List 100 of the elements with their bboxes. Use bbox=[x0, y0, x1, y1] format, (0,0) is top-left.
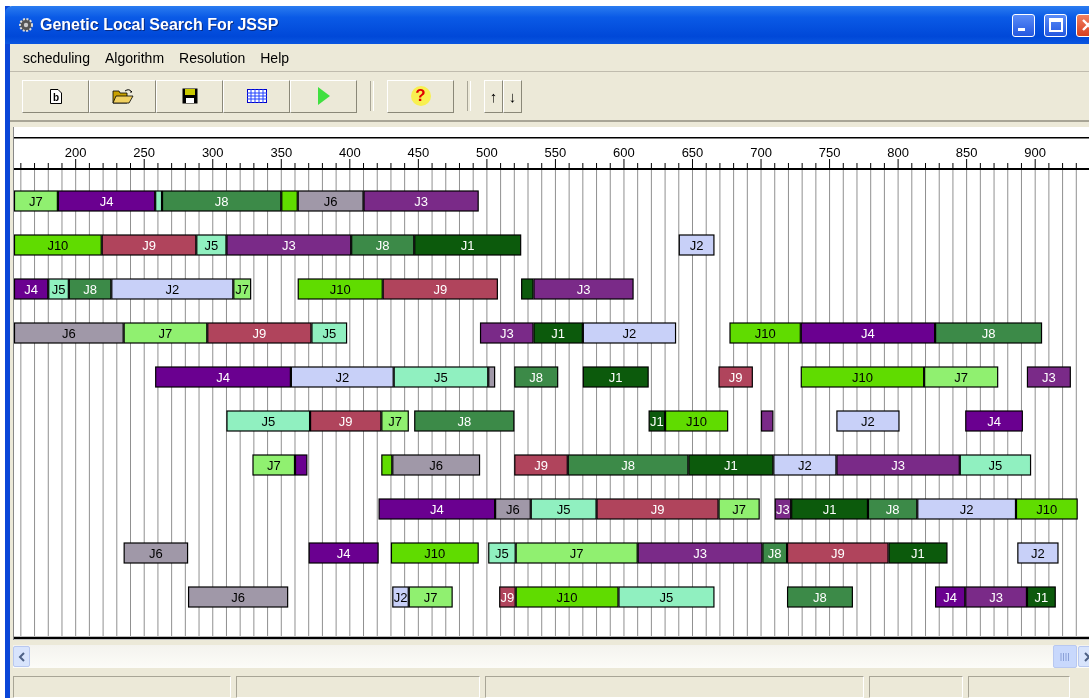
tick-label: 800 bbox=[887, 145, 909, 160]
save-button[interactable] bbox=[156, 79, 223, 113]
task-bar: J1 bbox=[533, 322, 583, 344]
arrow-button[interactable]: ↑ bbox=[484, 79, 503, 113]
series-label: J2 bbox=[393, 590, 408, 605]
task-bar: J7 bbox=[123, 322, 208, 344]
tick-label: 650 bbox=[681, 145, 704, 160]
tick-label: 850 bbox=[955, 145, 978, 160]
task-bar: J10 bbox=[665, 410, 729, 432]
tick-label: 550 bbox=[544, 145, 567, 160]
tick-label: 750 bbox=[818, 145, 841, 160]
series-label: J10 bbox=[47, 238, 69, 253]
series-label: J9 bbox=[500, 590, 515, 605]
task-bar: J8 bbox=[787, 586, 853, 608]
tick-label: 200 bbox=[64, 145, 87, 160]
task-bar: J5 bbox=[226, 410, 311, 432]
arrow-button[interactable]: ↓ bbox=[503, 79, 522, 113]
tick-label: 450 bbox=[407, 145, 430, 160]
task-bar: J8 bbox=[867, 498, 918, 520]
task-bar: J3 bbox=[1026, 366, 1071, 388]
task-bar: J5 bbox=[311, 322, 348, 344]
task-bar: J2 bbox=[111, 278, 234, 300]
task-bar: J8 bbox=[514, 366, 559, 388]
tick-label: 400 bbox=[338, 145, 361, 160]
task-bar: J8 bbox=[68, 278, 112, 300]
gear-icon bbox=[18, 17, 34, 33]
grip-icon bbox=[1060, 652, 1070, 661]
task-bar: J2 bbox=[392, 586, 409, 608]
task-bar: J2 bbox=[917, 498, 1017, 520]
task-bar: J7 bbox=[381, 410, 409, 432]
task-bar: J8 bbox=[414, 410, 515, 432]
task-bar: J8 bbox=[161, 190, 282, 212]
task-bar: J1 bbox=[1026, 586, 1056, 608]
tick-label: 350 bbox=[270, 145, 293, 160]
task-bar: J9 bbox=[382, 278, 498, 300]
task-bar: J2 bbox=[836, 410, 900, 432]
minimize-button[interactable] bbox=[1012, 13, 1035, 37]
menu-item[interactable]: Algorithm bbox=[104, 49, 165, 66]
task-bar: J1 bbox=[688, 454, 774, 476]
maximize-button[interactable] bbox=[1044, 13, 1067, 37]
menu-item[interactable]: Resolution bbox=[179, 49, 246, 66]
task-bar: J4 bbox=[308, 542, 379, 564]
task-bar: J7 bbox=[924, 366, 999, 388]
task-bar: J3 bbox=[226, 234, 352, 256]
task-bar: J6 bbox=[297, 190, 364, 212]
task-bar: J2 bbox=[1017, 542, 1059, 564]
task-bar: J9 bbox=[207, 322, 312, 344]
task-bar: J8 bbox=[762, 542, 788, 564]
menu-item[interactable]: Help bbox=[260, 49, 290, 66]
task-bar: J7 bbox=[252, 454, 296, 476]
task-bar: J5 bbox=[618, 586, 715, 608]
task-bar: J10 bbox=[297, 278, 383, 300]
task-bar: J9 bbox=[499, 586, 516, 608]
scroll-thumb[interactable] bbox=[1053, 645, 1077, 668]
task-bar: J8 bbox=[567, 454, 689, 476]
task-bar: J3 bbox=[479, 322, 534, 344]
window-title: Genetic Local Search For JSSP bbox=[40, 16, 279, 34]
task-bar: J9 bbox=[596, 498, 719, 520]
horizontal-scrollbar[interactable] bbox=[13, 645, 1089, 668]
series-label: J6 bbox=[323, 194, 338, 209]
series-label: J1 bbox=[649, 414, 664, 429]
task-bar: J7 bbox=[718, 498, 760, 520]
tick-label: 700 bbox=[750, 145, 772, 160]
task-bar: J4 bbox=[935, 586, 966, 608]
scroll-left-button[interactable] bbox=[13, 646, 30, 667]
task-bar: J10 bbox=[390, 542, 479, 564]
open-button[interactable] bbox=[89, 79, 156, 113]
task-bar: J6 bbox=[14, 322, 124, 344]
task-bar: J9 bbox=[787, 542, 889, 564]
task-bar: J2 bbox=[290, 366, 394, 388]
new-button[interactable]: b bbox=[22, 79, 89, 113]
task-bar: J6 bbox=[188, 586, 289, 608]
task-bar: J3 bbox=[363, 190, 479, 212]
task-bar: J3 bbox=[965, 586, 1028, 608]
task-bar: J3 bbox=[533, 278, 634, 300]
menu-item[interactable]: scheduling bbox=[23, 49, 90, 66]
task-bar: J7 bbox=[408, 586, 453, 608]
play-icon bbox=[317, 87, 330, 105]
task-bar: J6 bbox=[392, 454, 481, 476]
tick-label: 250 bbox=[133, 145, 156, 160]
help-button[interactable]: ? bbox=[387, 79, 454, 113]
run-button[interactable] bbox=[290, 79, 357, 113]
series-label: J3 bbox=[776, 502, 790, 517]
series-label: J8 bbox=[214, 194, 229, 209]
task-bar: J3 bbox=[836, 454, 960, 476]
task-bar: J2 bbox=[678, 234, 715, 256]
task-bar: J5 bbox=[959, 454, 1032, 476]
task-bar: J9 bbox=[101, 234, 197, 256]
task-bar: J7 bbox=[515, 542, 638, 564]
task-bar: J5 bbox=[196, 234, 227, 256]
task-bar: J10 bbox=[1015, 498, 1078, 520]
tick-label: 300 bbox=[201, 145, 224, 160]
table-button[interactable] bbox=[223, 79, 290, 113]
tick-label: 600 bbox=[613, 145, 635, 160]
minimize-icon bbox=[1018, 27, 1025, 31]
task-bar: J5 bbox=[393, 366, 489, 388]
task-bar: J8 bbox=[935, 322, 1043, 344]
maximize-icon bbox=[1048, 18, 1063, 32]
task-bar: J10 bbox=[14, 234, 102, 256]
task-bar: J3 bbox=[774, 498, 792, 520]
